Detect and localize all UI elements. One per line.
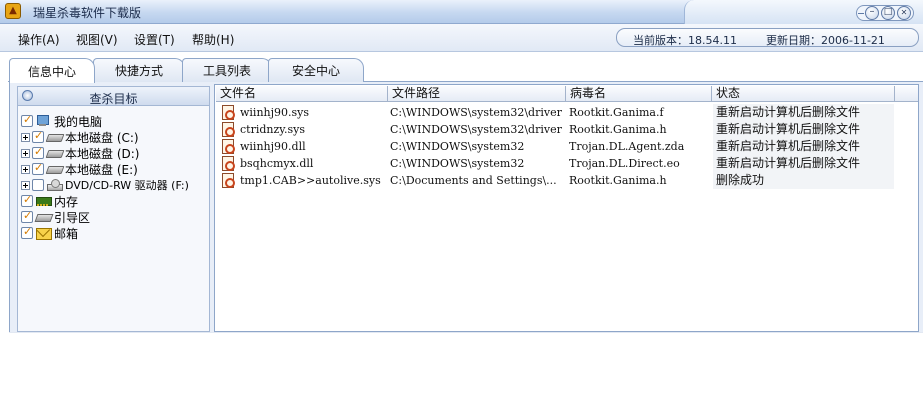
tab-bar: 信息中心 快捷方式 工具列表 安全中心 [0,52,923,83]
checkbox[interactable] [32,179,44,191]
column-header-virus[interactable]: 病毒名 [566,86,712,102]
expand-icon[interactable] [21,148,30,158]
menu-help[interactable]: 帮助(H) [192,31,234,48]
app-logo-icon: ▲ [5,3,21,19]
column-header-path[interactable]: 文件路径 [388,86,566,102]
cell-filename: bsqhcmyx.dll [240,157,314,170]
cell-path: C:\WINDOWS\system32 [390,157,525,170]
column-header-status[interactable]: 状态 [712,86,895,102]
results-table: 文件名 文件路径 病毒名 状态 wiinhj90.sys C:\WINDOWS\… [214,84,919,332]
mailbox-icon [35,227,52,240]
cell-virus: Rootkit.Ganima.h [569,174,667,187]
tree-item-label: 本地磁盘 (E:) [65,162,138,177]
hard-disk-icon [46,131,62,143]
cell-path: C:\WINDOWS\system32 [390,140,525,153]
computer-icon [35,115,51,127]
infected-file-icon [222,173,235,188]
column-header-filler [895,86,918,102]
checkbox[interactable] [21,209,33,223]
maximize-button[interactable] [881,6,895,20]
hard-disk-icon [46,163,62,175]
table-row[interactable]: wiinhj90.sys C:\WINDOWS\system32\drivers… [215,104,915,121]
menu-operate[interactable]: 操作(A) [18,31,60,48]
bottom-edge [9,332,923,333]
close-button[interactable] [897,6,911,20]
table-row[interactable]: ctridnzy.sys C:\WINDOWS\system32\drivers… [215,121,915,138]
tab-tool-list[interactable]: 工具列表 [182,58,272,82]
checkbox[interactable] [21,225,33,239]
scan-target-title: 查杀目标 [89,92,138,106]
tree-item-label: 引导区 [54,210,91,225]
minimize-button[interactable] [865,6,879,20]
tree-item-memory[interactable]: 内存 [21,193,78,209]
cell-status: 重新启动计算机后删除文件 [713,155,894,172]
cell-filename: wiinhj90.sys [240,106,310,119]
checkbox[interactable] [32,145,44,159]
tab-info-center[interactable]: 信息中心 [9,58,95,83]
expand-icon[interactable] [21,180,30,190]
tree-item-disk-e[interactable]: 本地磁盘 (E:) [21,161,138,177]
title-bar: ▲ 瑞星杀毒软件下载版 [0,0,923,24]
checkbox[interactable] [32,129,44,143]
cell-virus: Trojan.DL.Direct.eo [569,157,680,170]
infected-file-icon [222,139,235,154]
checkbox[interactable] [21,193,33,207]
tree-item-label: 本地磁盘 (D:) [65,146,140,161]
cell-virus: Rootkit.Ganima.h [569,123,667,136]
tab-security-center[interactable]: 安全中心 [268,58,364,82]
expand-icon[interactable] [21,164,30,174]
update-date: 更新日期：2006-11-21 [766,34,885,47]
cell-virus: Trojan.DL.Agent.zda [569,140,685,153]
checkbox[interactable] [32,161,44,175]
checkbox[interactable] [21,113,33,127]
tree-item-mailbox[interactable]: 邮箱 [21,225,78,241]
cell-virus: Rootkit.Ganima.f [569,106,664,119]
cell-path: C:\WINDOWS\system32\drivers [390,106,562,119]
cell-filename: tmp1.CAB>>autolive.sys [240,174,381,187]
menu-bar: 操作(A) 视图(V) 设置(T) 帮助(H) 当前版本：18.54.11 更新… [0,24,923,52]
tree-item-label: 本地磁盘 (C:) [65,130,139,145]
table-row[interactable]: bsqhcmyx.dll C:\WINDOWS\system32 Trojan.… [215,155,915,172]
scan-target-header[interactable]: 查杀目标 [18,87,209,106]
current-version: 当前版本：18.54.11 [633,34,737,47]
expand-icon[interactable] [21,132,30,142]
tree-item-boot-sector[interactable]: 引导区 [21,209,90,225]
dvd-drive-icon [46,179,63,191]
cell-status: 重新启动计算机后删除文件 [713,121,894,138]
cell-path: C:\WINDOWS\system32\drivers [390,123,562,136]
window-title: 瑞星杀毒软件下载版 [33,6,142,20]
cell-filename: ctridnzy.sys [240,123,306,136]
cell-filename: wiinhj90.dll [240,140,306,153]
infected-file-icon [222,156,235,171]
menu-view[interactable]: 视图(V) [76,31,118,48]
cell-status: 重新启动计算机后删除文件 [713,104,894,121]
window-controls [856,5,914,21]
memory-icon [35,195,52,207]
cell-status: 删除成功 [713,172,894,189]
boot-sector-icon [35,211,51,223]
cell-path: C:\Documents and Settings\... [390,174,557,187]
tree-item-label: 我的电脑 [54,114,103,129]
tree-item-label: 内存 [54,194,79,209]
tree-item-label: 邮箱 [54,226,79,241]
table-row[interactable]: tmp1.CAB>>autolive.sys C:\Documents and … [215,172,915,189]
infected-file-icon [222,105,235,120]
tree-item-my-computer[interactable]: 我的电脑 [21,113,102,129]
scan-target-panel: 查杀目标 我的电脑 本地磁盘 (C:) 本地磁盘 (D:) 本地磁盘 (E:) … [17,86,210,332]
infected-file-icon [222,122,235,137]
table-row[interactable]: wiinhj90.dll C:\WINDOWS\system32 Trojan.… [215,138,915,155]
tree-item-label: DVD/CD-RW 驱动器 (F:) [65,179,189,192]
tree-item-disk-c[interactable]: 本地磁盘 (C:) [21,129,139,145]
column-header-filename[interactable]: 文件名 [216,86,388,102]
menu-settings[interactable]: 设置(T) [134,31,175,48]
cell-status: 重新启动计算机后删除文件 [713,138,894,155]
version-info: 当前版本：18.54.11 更新日期：2006-11-21 [616,28,919,47]
tab-shortcuts[interactable]: 快捷方式 [93,58,185,82]
hard-disk-icon [46,147,62,159]
tree-item-dvd-f[interactable]: DVD/CD-RW 驱动器 (F:) [21,177,189,193]
tree-item-disk-d[interactable]: 本地磁盘 (D:) [21,145,139,161]
